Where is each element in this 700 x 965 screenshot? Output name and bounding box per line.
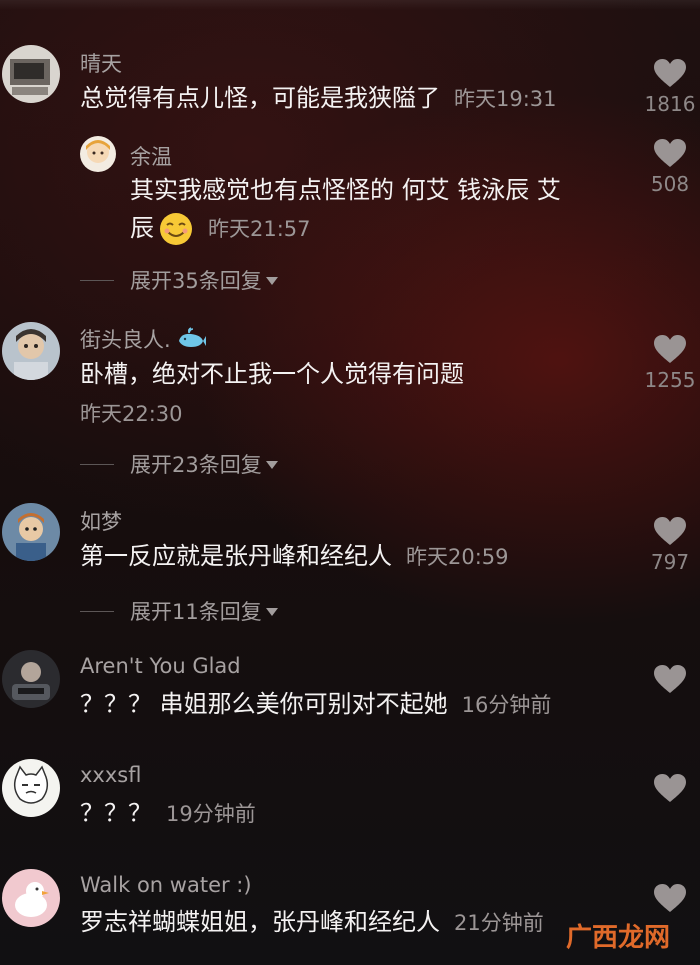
expand-replies-button[interactable]: 展开35条回复: [80, 265, 278, 295]
expand-replies-label: 展开11条回复: [130, 600, 262, 624]
comment-time: 昨天20:59: [406, 545, 509, 569]
comment-time: 昨天22:30: [80, 402, 183, 426]
reply-time: 昨天21:57: [208, 217, 311, 241]
comment-time: 昨天19:31: [454, 87, 557, 111]
like-count: 1255: [644, 368, 696, 392]
comment-text: 卧槽，绝对不止我一个人觉得有问题: [80, 360, 464, 388]
like-count: 508: [650, 172, 690, 196]
like-count: 797: [650, 550, 690, 574]
expand-replies-label: 展开35条回复: [130, 269, 262, 293]
like-button[interactable]: 1255: [640, 334, 700, 392]
heart-icon: [654, 139, 686, 167]
like-button[interactable]: 797: [640, 516, 700, 574]
comment-text: 总觉得有点儿怪，可能是我狭隘了 昨天19:31: [80, 84, 557, 112]
comment-time: 21分钟前: [454, 911, 544, 935]
heart-icon: [654, 59, 686, 87]
reply-like-button[interactable]: 508: [640, 138, 700, 196]
comment-text: ？？？ 19分钟前: [80, 799, 256, 827]
comment-username[interactable]: 晴天: [80, 48, 122, 78]
avatar[interactable]: [2, 650, 60, 708]
divider: [80, 610, 114, 612]
heart-icon: [654, 884, 686, 912]
comment-time: 19分钟前: [166, 802, 256, 826]
smiling-face-icon: [158, 211, 194, 247]
comment-text: 罗志祥蝴蝶姐姐，张丹峰和经纪人 21分钟前: [80, 908, 544, 936]
avatar[interactable]: [2, 503, 60, 561]
comment-username[interactable]: 街头良人.: [80, 324, 207, 354]
expand-replies-label: 展开23条回复: [130, 453, 262, 477]
reply-username[interactable]: 余温: [130, 141, 172, 171]
divider: [80, 463, 114, 465]
comment-text: ？？？ 串姐那么美你可别对不起她 16分钟前: [80, 690, 552, 718]
heart-icon: [654, 517, 686, 545]
heart-icon: [654, 335, 686, 363]
like-button[interactable]: [640, 773, 700, 803]
like-button[interactable]: [640, 664, 700, 694]
reply-avatar[interactable]: [80, 136, 116, 172]
comment-username[interactable]: 如梦: [80, 506, 122, 536]
avatar[interactable]: [2, 322, 60, 380]
caret-down-icon: [265, 608, 278, 616]
reply-text-line2: 辰昨天21:57: [130, 210, 311, 247]
expand-replies-button[interactable]: 展开23条回复: [80, 449, 278, 479]
cut-off-header: — —: [300, 0, 351, 11]
heart-icon: [654, 665, 686, 693]
whale-icon: [177, 327, 207, 351]
divider: [80, 279, 114, 281]
comment-text: 第一反应就是张丹峰和经纪人 昨天20:59: [80, 542, 509, 570]
watermark-logo: 广西龙网: [566, 923, 671, 953]
caret-down-icon: [265, 461, 278, 469]
comment-username[interactable]: Walk on water :): [80, 873, 252, 897]
comment-username[interactable]: Aren't You Glad: [80, 654, 241, 678]
comment-time: 16分钟前: [461, 693, 552, 717]
avatar[interactable]: [2, 759, 60, 817]
like-button[interactable]: 1816: [640, 58, 700, 116]
avatar[interactable]: [2, 869, 60, 927]
like-count: 1816: [644, 92, 696, 116]
comment-username[interactable]: xxxsfl: [80, 763, 141, 787]
avatar[interactable]: [2, 45, 60, 103]
caret-down-icon: [265, 277, 278, 285]
heart-icon: [654, 774, 686, 802]
expand-replies-button[interactable]: 展开11条回复: [80, 596, 278, 626]
reply-text-line1: 其实我感觉也有点怪怪的 何艾 钱泳辰 艾: [130, 176, 561, 204]
like-button[interactable]: [640, 883, 700, 913]
